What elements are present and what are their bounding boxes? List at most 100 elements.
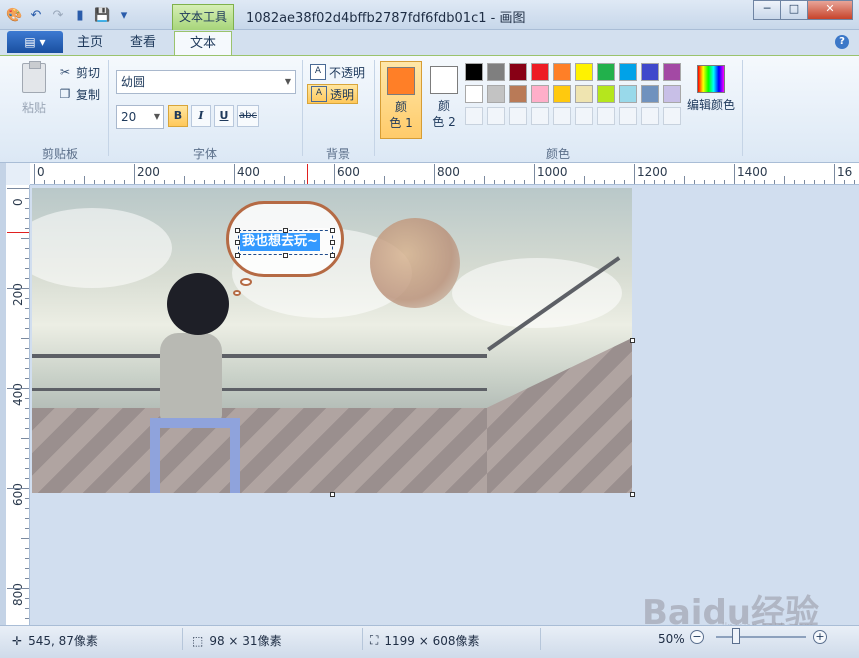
color1-button[interactable]: 颜 色 1 xyxy=(380,61,422,139)
save-icon[interactable]: 💾 xyxy=(94,8,110,24)
tab-text[interactable]: 文本 xyxy=(174,31,232,55)
edit-colors-button[interactable]: 编辑颜色 xyxy=(686,65,736,135)
ruler-tick xyxy=(25,518,29,519)
ruler-tick xyxy=(25,358,29,359)
undo-icon[interactable]: ↶ xyxy=(28,8,44,24)
palette-color-swatch[interactable] xyxy=(465,85,483,103)
ruler-tick xyxy=(254,180,255,184)
underline-button[interactable]: U xyxy=(214,105,234,127)
resize-handle[interactable] xyxy=(330,253,335,258)
palette-color-swatch[interactable] xyxy=(487,85,505,103)
ruler-tick xyxy=(25,198,29,199)
palette-custom-slot[interactable] xyxy=(619,107,637,125)
tab-home[interactable]: 主页 xyxy=(70,31,110,55)
resize-handle[interactable] xyxy=(330,228,335,233)
canvas-resize-handle[interactable] xyxy=(330,492,335,497)
help-icon[interactable]: ? xyxy=(835,35,849,49)
canvas-resize-handle[interactable] xyxy=(630,338,635,343)
ruler-tick xyxy=(25,478,29,479)
ruler-tick xyxy=(25,228,29,229)
ruler-tick xyxy=(694,180,695,184)
palette-color-swatch[interactable] xyxy=(531,85,549,103)
redo-icon[interactable]: ↷ xyxy=(50,8,66,24)
palette-custom-slot[interactable] xyxy=(641,107,659,125)
resize-handle[interactable] xyxy=(235,240,240,245)
palette-custom-slot[interactable] xyxy=(465,107,483,125)
ruler-tick xyxy=(25,348,29,349)
ruler-label: 0 xyxy=(11,198,25,206)
palette-color-swatch[interactable] xyxy=(509,63,527,81)
bold-button[interactable]: B xyxy=(168,105,188,127)
zoom-slider-track[interactable] xyxy=(716,636,806,638)
ruler-tick xyxy=(594,180,595,184)
font-size-select[interactable]: 20 ▼ xyxy=(116,105,164,129)
selected-text[interactable]: 我也想去玩~ xyxy=(240,233,320,251)
font-family-select[interactable]: 幼圆 ▼ xyxy=(116,70,296,94)
palette-custom-slot[interactable] xyxy=(509,107,527,125)
palette-color-swatch[interactable] xyxy=(663,85,681,103)
ruler-tick xyxy=(764,180,765,184)
italic-button[interactable]: I xyxy=(191,105,211,127)
palette-color-swatch[interactable] xyxy=(575,85,593,103)
zoom-in-button[interactable]: + xyxy=(813,630,827,644)
brick-wall xyxy=(32,408,492,493)
resize-handle[interactable] xyxy=(235,228,240,233)
selection-size-value: 98 × 31像素 xyxy=(209,634,282,648)
window-controls: ─ □ ✕ xyxy=(753,0,853,20)
close-button[interactable]: ✕ xyxy=(807,0,853,20)
palette-color-swatch[interactable] xyxy=(641,85,659,103)
ruler-tick xyxy=(264,180,265,184)
palette-color-swatch[interactable] xyxy=(597,85,615,103)
customize-toolbar-icon[interactable]: ▾ xyxy=(116,8,132,24)
palette-color-swatch[interactable] xyxy=(575,63,593,81)
resize-handle[interactable] xyxy=(235,253,240,258)
palette-color-swatch[interactable] xyxy=(619,85,637,103)
tab-view[interactable]: 查看 xyxy=(120,31,166,55)
ruler-tick xyxy=(25,218,29,219)
resize-handle[interactable] xyxy=(330,240,335,245)
palette-custom-slot[interactable] xyxy=(553,107,571,125)
resize-handle[interactable] xyxy=(283,228,288,233)
canvas-resize-handle[interactable] xyxy=(630,492,635,497)
ruler-tick xyxy=(334,164,335,184)
palette-color-swatch[interactable] xyxy=(553,63,571,81)
ruler-tick xyxy=(25,318,29,319)
ruler-tick xyxy=(344,180,345,184)
resize-handle[interactable] xyxy=(283,253,288,258)
palette-color-swatch[interactable] xyxy=(553,85,571,103)
palette-color-swatch[interactable] xyxy=(465,63,483,81)
paste-button-label[interactable]: 粘贴 xyxy=(22,99,46,116)
ruler-tick xyxy=(524,180,525,184)
maximize-button[interactable]: □ xyxy=(780,0,808,20)
palette-color-swatch[interactable] xyxy=(487,63,505,81)
palette-color-swatch[interactable] xyxy=(531,63,549,81)
palette-custom-slot[interactable] xyxy=(597,107,615,125)
zoom-out-button[interactable]: − xyxy=(690,630,704,644)
color2-button[interactable]: 颜 色 2 xyxy=(426,61,462,139)
palette-custom-slot[interactable] xyxy=(663,107,681,125)
ruler-tick xyxy=(25,528,29,529)
ruler-tick xyxy=(25,278,29,279)
palette-color-swatch[interactable] xyxy=(663,63,681,81)
ruler-tick xyxy=(634,164,635,184)
opaque-option[interactable]: A 不透明 xyxy=(307,62,368,82)
palette-color-swatch[interactable] xyxy=(619,63,637,81)
palette-color-swatch[interactable] xyxy=(597,63,615,81)
new-icon[interactable]: ▮ xyxy=(72,8,88,24)
paint-menu-button[interactable]: ▤ ▾ xyxy=(7,31,63,53)
palette-custom-slot[interactable] xyxy=(487,107,505,125)
strikethrough-button[interactable]: abc xyxy=(237,105,259,127)
palette-color-swatch[interactable] xyxy=(509,85,527,103)
zoom-slider-thumb[interactable] xyxy=(732,628,740,644)
cut-button[interactable]: ✂ 剪切 xyxy=(58,63,100,81)
copy-button[interactable]: ❐ 复制 xyxy=(58,85,100,103)
paste-icon[interactable] xyxy=(22,61,46,93)
paint-app-icon[interactable]: 🎨 xyxy=(6,8,22,24)
minimize-button[interactable]: ─ xyxy=(753,0,781,20)
palette-color-swatch[interactable] xyxy=(641,63,659,81)
palette-custom-slot[interactable] xyxy=(575,107,593,125)
ruler-tick xyxy=(94,180,95,184)
palette-custom-slot[interactable] xyxy=(531,107,549,125)
transparent-option[interactable]: A 透明 xyxy=(307,84,359,104)
image-size: ⛶ 1199 × 608像素 xyxy=(370,632,480,649)
